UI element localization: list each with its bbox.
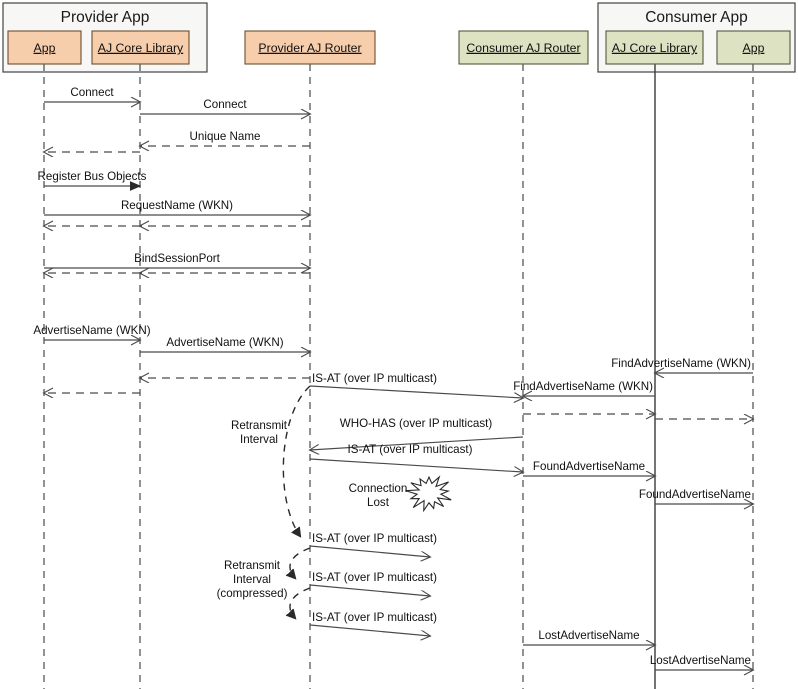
multicast-arrow	[309, 385, 523, 398]
message-label: FindAdvertiseName (WKN)	[611, 357, 751, 370]
message-label: FindAdvertiseName (WKN)	[513, 380, 653, 393]
message-m06: RequestName (WKN)	[44, 199, 310, 215]
actor-boxes: App AJ Core Library Provider AJ Router Cons…	[7, 30, 791, 65]
message-label: BindSessionPort	[134, 252, 220, 265]
actor-consumer-router[interactable]: Consumer AJ Router	[458, 30, 589, 65]
multicast-label: IS-AT (over IP multicast)	[312, 571, 437, 584]
message-m17: FindAdvertiseName (WKN)	[513, 380, 655, 396]
multicast-label: WHO-HAS (over IP multicast)	[340, 417, 493, 430]
actor-label: Consumer AJ Router	[466, 41, 580, 55]
message-m05: Register Bus Objects	[38, 170, 147, 186]
curve-retransmit-curve-2b	[290, 587, 311, 618]
multicast-arrow	[309, 545, 430, 557]
multicast-label: IS-AT (over IP multicast)	[312, 372, 437, 385]
multicast-mc4: IS-AT (over IP multicast)	[309, 532, 437, 557]
message-label: LostAdvertiseName	[538, 629, 639, 642]
actor-label: AJ Core Library	[98, 41, 184, 55]
note-note-retransmit-2: RetransmitInterval(compressed)	[217, 559, 288, 600]
starburst-icon	[405, 475, 452, 513]
message-m23: LostAdvertiseName	[650, 654, 753, 670]
actor-label: Provider AJ Router	[258, 41, 361, 55]
multicast-mc3: IS-AT (over IP multicast)	[309, 443, 523, 472]
group-title: Consumer App	[645, 9, 748, 26]
message-label: Connect	[203, 98, 247, 111]
actor-provider-core[interactable]: AJ Core Library	[91, 30, 190, 65]
note-line: Lost	[367, 496, 390, 509]
note-line: Interval	[233, 573, 271, 586]
message-label: Register Bus Objects	[38, 170, 147, 183]
message-m09: BindSessionPort	[44, 252, 310, 268]
actor-label: App	[743, 41, 765, 55]
multicast-mc6: IS-AT (over IP multicast)	[309, 611, 437, 636]
message-label: Unique Name	[190, 130, 261, 143]
message-m16: FindAdvertiseName (WKN)	[611, 357, 753, 373]
message-label: AdvertiseName (WKN)	[33, 324, 150, 337]
note-line: (compressed)	[217, 587, 288, 600]
note-line: Interval	[240, 433, 278, 446]
multicast-arrow	[309, 584, 430, 596]
note-note-retransmit-1: RetransmitInterval	[231, 419, 288, 446]
note-line: Retransmit	[231, 419, 288, 432]
message-m20: FoundAdvertiseName	[523, 460, 655, 476]
message-label: LostAdvertiseName	[650, 654, 751, 667]
group-title: Provider App	[61, 9, 150, 26]
multicast-mc5: IS-AT (over IP multicast)	[309, 571, 437, 596]
sequence-diagram-root: Provider App Consumer App App AJ Core Libr…	[0, 0, 798, 689]
actor-label: App	[34, 41, 56, 55]
multicast-label: IS-AT (over IP multicast)	[312, 532, 437, 545]
actor-consumer-core[interactable]: AJ Core Library	[605, 30, 704, 65]
curve-retransmit-curve-1	[282, 385, 311, 536]
message-label: FoundAdvertiseName	[533, 460, 645, 473]
multicast-label: IS-AT (over IP multicast)	[348, 443, 473, 456]
message-m03: Unique Name	[140, 130, 310, 146]
message-label: Connect	[70, 86, 114, 99]
message-label: AdvertiseName (WKN)	[166, 336, 283, 349]
curve-retransmit-curve-2a	[290, 547, 311, 578]
multicast-arrow	[309, 624, 430, 636]
actor-label: AJ Core Library	[612, 41, 698, 55]
multicast-label: IS-AT (over IP multicast)	[312, 611, 437, 624]
actor-consumer-app-actor[interactable]: App	[716, 30, 791, 65]
message-m12: AdvertiseName (WKN)	[33, 324, 151, 340]
retransmit-curves	[282, 385, 311, 618]
multicast-mc1: IS-AT (over IP multicast)	[309, 372, 523, 398]
actor-provider-app-actor[interactable]: App	[7, 30, 82, 65]
note-line: Retransmit	[224, 559, 281, 572]
message-m13: AdvertiseName (WKN)	[140, 336, 310, 352]
multicast-arrow	[309, 458, 523, 472]
actor-provider-router[interactable]: Provider AJ Router	[244, 30, 376, 65]
connection-lost-burst-icon	[405, 475, 452, 513]
sequence-diagram-canvas: Provider App Consumer App App AJ Core Libr…	[2, 2, 796, 689]
message-label: FoundAdvertiseName	[639, 488, 751, 501]
message-m01: Connect	[44, 86, 140, 102]
message-m21: FoundAdvertiseName	[639, 488, 753, 504]
note-note-connection-lost: ConnectionLost	[349, 482, 408, 509]
message-label: RequestName (WKN)	[121, 199, 233, 212]
message-m22: LostAdvertiseName	[523, 629, 655, 645]
note-line: Connection	[349, 482, 408, 495]
message-m02: Connect	[140, 98, 310, 114]
